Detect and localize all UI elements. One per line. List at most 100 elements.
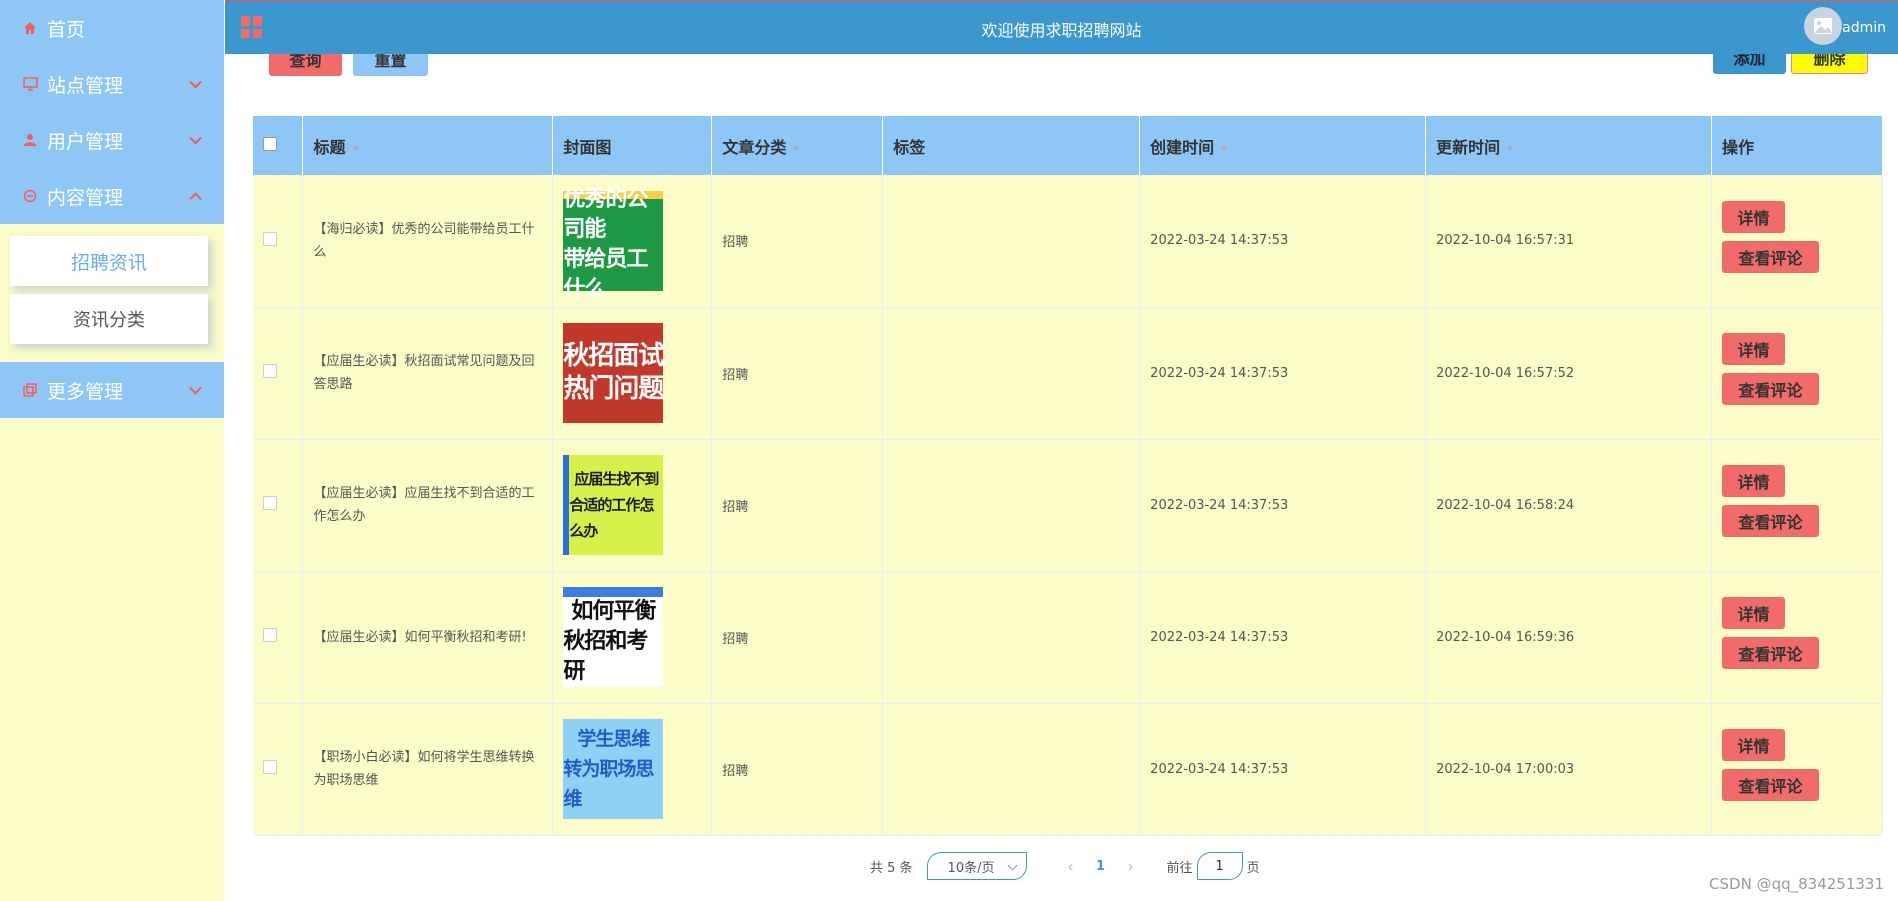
sort-icon[interactable] — [352, 142, 360, 154]
category-cell: 招聘 — [711, 703, 884, 836]
actions-cell: 详情 查看评论 — [1711, 703, 1884, 836]
category-cell: 招聘 — [711, 307, 884, 440]
sort-icon[interactable] — [1506, 142, 1514, 154]
title-cell: 【应届生必读】如何平衡秋招和考研! — [302, 571, 554, 704]
cover-image: 秋招面试 热门问题 — [563, 323, 664, 423]
chevron-up-icon — [189, 192, 202, 206]
news-table: 标题 封面图 文章分类 标签 创建时间 更新时间 操作 【海归必读】优秀的公司能… — [253, 116, 1884, 836]
sidebar-item-label: 首页 — [47, 18, 86, 41]
row-checkbox[interactable] — [263, 760, 277, 774]
goto-page-input[interactable]: 1 — [1196, 852, 1243, 880]
actions-cell: 详情 查看评论 — [1711, 571, 1884, 704]
table-row: 【海归必读】优秀的公司能带给员工什么 优秀的公司能 带给员工什么 招聘 2022… — [253, 175, 1884, 308]
tags-cell — [882, 175, 1141, 308]
sidebar-item-home[interactable]: 首页 — [0, 0, 224, 56]
page-size-select[interactable]: 10条/页 — [926, 852, 1027, 880]
chevron-down-icon — [189, 381, 202, 395]
column-updated[interactable]: 更新时间 — [1425, 116, 1712, 175]
row-select-cell — [253, 703, 304, 836]
sidebar-item-more[interactable]: 更多管理 — [0, 362, 224, 418]
created-cell: 2022-03-24 14:37:53 — [1139, 307, 1427, 440]
chat-icon — [22, 188, 38, 204]
cover-image: 优秀的公司能 带给员工什么 — [563, 187, 664, 302]
cover-image: 如何平衡 秋招和考研 — [563, 587, 664, 687]
cover-cell: 应届生找不到 合适的工作怎么办 — [552, 439, 713, 572]
cover-cell: 秋招面试 热门问题 — [552, 307, 713, 440]
view-comments-button[interactable]: 查看评论 — [1721, 373, 1819, 405]
sidebar-item-users[interactable]: 用户管理 — [0, 112, 224, 168]
row-select-cell — [253, 439, 304, 572]
actions-cell: 详情 查看评论 — [1711, 439, 1884, 572]
cover-image: 学生思维 转为职场思维 — [563, 719, 664, 819]
detail-button[interactable]: 详情 — [1721, 333, 1785, 365]
table-row: 【职场小白必读】如何将学生思维转换为职场思维 学生思维 转为职场思维 招聘 20… — [253, 703, 1884, 836]
detail-button[interactable]: 详情 — [1721, 465, 1785, 497]
sidebar-item-label: 站点管理 — [47, 74, 124, 97]
column-cover: 封面图 — [552, 116, 713, 175]
chevron-down-icon — [189, 75, 202, 89]
title-cell: 【海归必读】优秀的公司能带给员工什么 — [302, 175, 554, 308]
page-number[interactable]: 1 — [1091, 859, 1111, 874]
tags-cell — [882, 703, 1141, 836]
home-icon — [22, 20, 38, 36]
updated-cell: 2022-10-04 16:57:52 — [1425, 307, 1712, 440]
column-tags: 标签 — [882, 116, 1141, 175]
updated-cell: 2022-10-04 16:58:24 — [1425, 439, 1712, 572]
created-cell: 2022-03-24 14:37:53 — [1139, 571, 1427, 704]
category-cell: 招聘 — [711, 571, 884, 704]
row-checkbox[interactable] — [263, 231, 277, 246]
cover-cell: 如何平衡 秋招和考研 — [552, 571, 713, 704]
sidebar: 首页 站点管理 用户管理 内容管理 招聘资讯 资讯分类 更多管理 — [0, 0, 224, 901]
goto-label: 前往 — [1166, 860, 1193, 876]
username[interactable]: admin — [1842, 20, 1886, 36]
next-page-icon[interactable]: › — [1111, 857, 1151, 876]
created-cell: 2022-03-24 14:37:53 — [1139, 703, 1427, 836]
updated-cell: 2022-10-04 16:59:36 — [1425, 571, 1712, 704]
prev-page-icon[interactable]: ‹ — [1051, 857, 1091, 876]
detail-button[interactable]: 详情 — [1721, 597, 1785, 629]
user-icon — [22, 132, 38, 148]
chevron-down-icon — [1007, 860, 1017, 871]
row-checkbox[interactable] — [263, 628, 277, 642]
select-all-checkbox[interactable] — [263, 137, 277, 151]
sidebar-subitem-news-category[interactable]: 资讯分类 — [10, 294, 208, 344]
view-comments-button[interactable]: 查看评论 — [1721, 769, 1819, 801]
sort-icon[interactable] — [1220, 142, 1228, 154]
table-header-row: 标题 封面图 文章分类 标签 创建时间 更新时间 操作 — [253, 116, 1884, 175]
image-icon — [1814, 18, 1832, 34]
monitor-icon — [22, 76, 38, 92]
tags-cell — [882, 439, 1141, 572]
created-cell: 2022-03-24 14:37:53 — [1139, 175, 1427, 308]
page-title: 欢迎使用求职招聘网站 — [981, 21, 1142, 40]
view-comments-button[interactable]: 查看评论 — [1721, 505, 1819, 537]
cover-cell: 学生思维 转为职场思维 — [552, 703, 713, 836]
row-select-cell — [253, 571, 304, 704]
column-category[interactable]: 文章分类 — [711, 116, 884, 175]
watermark: CSDN @qq_834251331 — [1709, 875, 1884, 893]
detail-button[interactable]: 详情 — [1721, 729, 1785, 761]
sidebar-subitem-recruitment-news[interactable]: 招聘资讯 — [10, 236, 208, 286]
created-cell: 2022-03-24 14:37:53 — [1139, 439, 1427, 572]
pagination: 共 5 条 10条/页 ‹ 1 › 前往 1 页 — [870, 852, 1260, 880]
actions-cell: 详情 查看评论 — [1711, 307, 1884, 440]
column-title[interactable]: 标题 — [302, 116, 554, 175]
row-select-cell — [253, 175, 304, 308]
select-all-cell — [253, 116, 304, 175]
view-comments-button[interactable]: 查看评论 — [1721, 240, 1819, 273]
copy-icon — [22, 382, 38, 398]
avatar[interactable] — [1804, 7, 1842, 45]
table-row: 【应届生必读】如何平衡秋招和考研! 如何平衡 秋招和考研 招聘 2022-03-… — [253, 571, 1884, 704]
column-created[interactable]: 创建时间 — [1139, 116, 1427, 175]
category-cell: 招聘 — [711, 439, 884, 572]
row-checkbox[interactable] — [263, 364, 277, 378]
cover-cell: 优秀的公司能 带给员工什么 — [552, 175, 713, 308]
table-row: 【应届生必读】应届生找不到合适的工作怎么办 应届生找不到 合适的工作怎么办 招聘… — [253, 439, 1884, 572]
cover-image: 应届生找不到 合适的工作怎么办 — [563, 455, 664, 555]
row-checkbox[interactable] — [263, 496, 277, 510]
sidebar-item-content[interactable]: 内容管理 — [0, 168, 224, 224]
content-submenu: 招聘资讯 资讯分类 — [0, 224, 224, 362]
detail-button[interactable]: 详情 — [1721, 200, 1785, 233]
view-comments-button[interactable]: 查看评论 — [1721, 637, 1819, 669]
sidebar-item-site[interactable]: 站点管理 — [0, 56, 224, 112]
sort-icon[interactable] — [792, 142, 800, 154]
